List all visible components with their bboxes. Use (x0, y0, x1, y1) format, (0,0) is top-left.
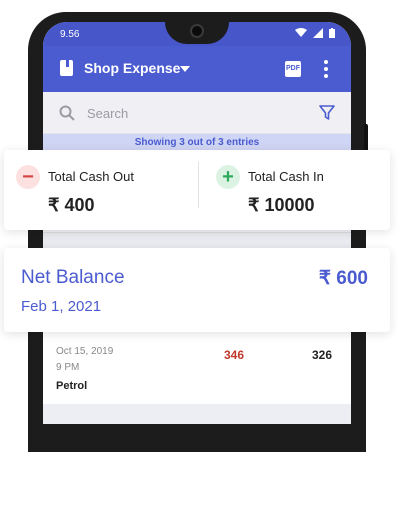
cash-in-amount: ₹ 10000 (248, 195, 315, 215)
filter-icon[interactable] (319, 105, 335, 121)
net-balance-card: Net Balance Feb 1, 2021 ₹ 600 (4, 248, 390, 332)
net-balance-label: Net Balance (21, 267, 125, 288)
signal-icon (313, 28, 323, 38)
status-icons (295, 28, 335, 38)
transaction-description: Petrol (56, 380, 88, 392)
wifi-icon (295, 28, 307, 37)
transaction-date: Oct 15, 2019 (56, 346, 114, 357)
book-title[interactable]: Shop Expense (84, 60, 180, 76)
app-bar: Shop Expense PDF (43, 46, 351, 92)
net-balance-amount: ₹ 600 (318, 268, 368, 289)
camera-icon (190, 24, 204, 38)
minus-icon: − (16, 165, 40, 189)
list-footer (43, 404, 351, 424)
transaction-balance: 326 (312, 348, 333, 362)
status-time: 9.56 (60, 29, 80, 40)
book-icon (60, 60, 73, 76)
card-divider (198, 162, 199, 208)
search-icon (59, 105, 75, 121)
search-bar (43, 92, 351, 134)
search-input[interactable] (87, 102, 307, 124)
transaction-cash-out: 346 (224, 348, 245, 362)
cash-out-amount: ₹ 400 (48, 195, 95, 215)
cash-out-label: Total Cash Out (48, 169, 134, 184)
transaction-time: 9 PM (56, 362, 80, 373)
plus-icon: + (216, 165, 240, 189)
chevron-down-icon[interactable] (180, 66, 190, 72)
cash-summary-card: − Total Cash Out ₹ 400 + Total Cash In ₹… (4, 150, 390, 230)
cash-in-label: Total Cash In (248, 169, 324, 184)
pdf-icon[interactable]: PDF (285, 61, 301, 77)
battery-icon (329, 28, 335, 38)
transaction-row[interactable]: Oct 15, 2019 9 PM Petrol 346 326 (43, 332, 351, 404)
net-balance-date: Feb 1, 2021 (21, 298, 102, 315)
entries-count: Showing 3 out of 3 entries (43, 134, 351, 151)
more-vert-icon[interactable] (324, 60, 328, 78)
